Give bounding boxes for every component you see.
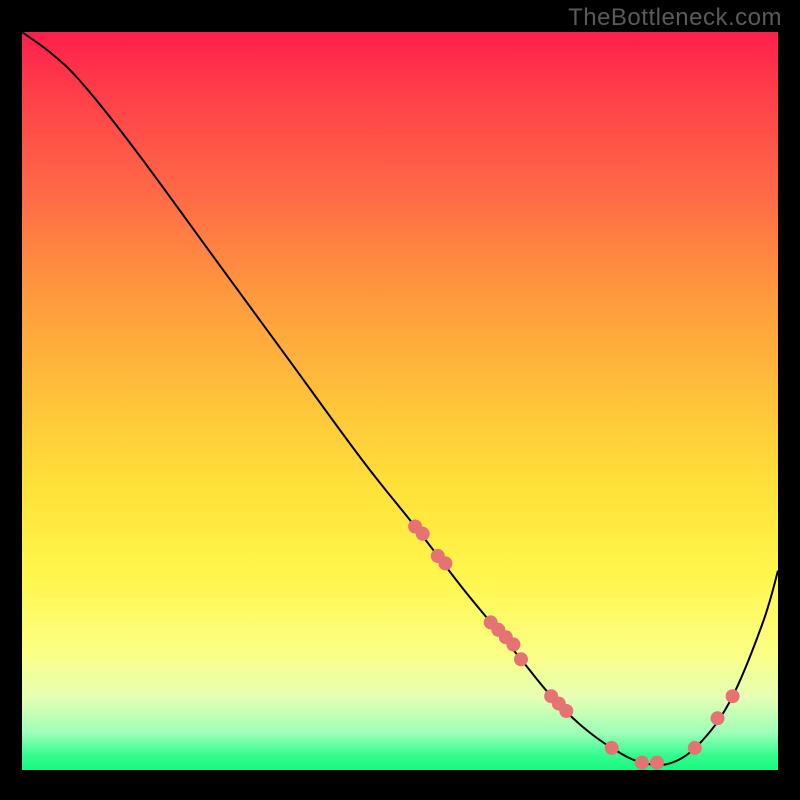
highlighted-point [438, 556, 452, 570]
highlighted-point [688, 741, 702, 755]
highlighted-point [711, 711, 725, 725]
highlighted-point [559, 704, 573, 718]
bottleneck-curve [22, 32, 778, 765]
chart-svg [22, 32, 778, 770]
watermark-text: TheBottleneck.com [568, 4, 782, 32]
highlighted-point [416, 527, 430, 541]
highlighted-point [605, 741, 619, 755]
highlighted-points-group [408, 520, 739, 770]
highlighted-point [726, 689, 740, 703]
highlighted-point [635, 756, 649, 770]
plot-area [22, 32, 778, 770]
chart-container: TheBottleneck.com [0, 0, 800, 800]
highlighted-point [650, 756, 664, 770]
highlighted-point [506, 638, 520, 652]
highlighted-point [514, 652, 528, 666]
